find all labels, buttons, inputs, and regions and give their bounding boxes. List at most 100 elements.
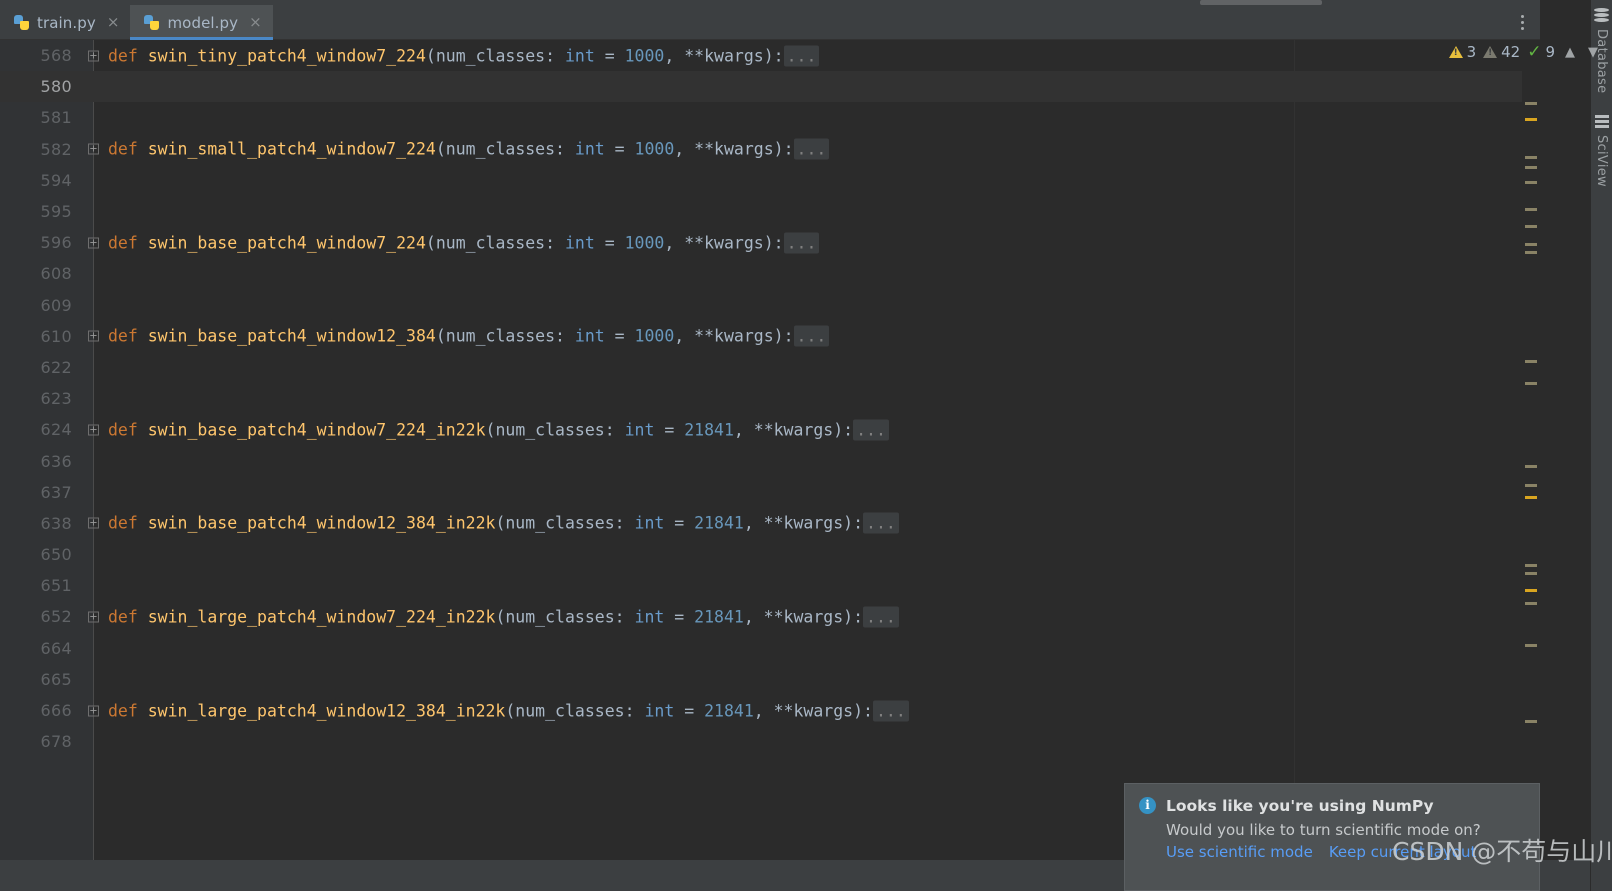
- code-token: =: [654, 420, 685, 440]
- fold-expand-icon[interactable]: +: [88, 50, 99, 62]
- editor-tab-train-py[interactable]: train.py ×: [0, 5, 130, 40]
- line-number: 638: [40, 513, 72, 533]
- code-line[interactable]: 678: [0, 726, 1540, 757]
- code-token: (num_classes:: [495, 513, 635, 533]
- ide-window: train.py × model.py × 568 + def swin_tiny_…: [0, 0, 1612, 891]
- code-line[interactable]: 594: [0, 165, 1540, 196]
- error-stripe-mark[interactable]: [1525, 181, 1537, 184]
- error-stripe-mark[interactable]: [1525, 166, 1537, 169]
- code-line[interactable]: 582 + def swin_small_patch4_window7_224(nu…: [0, 134, 1540, 165]
- warning-count-group[interactable]: 3: [1448, 43, 1476, 61]
- code-line[interactable]: 580: [0, 71, 1540, 103]
- line-number: 582: [40, 139, 72, 159]
- fold-expand-icon[interactable]: +: [88, 237, 99, 249]
- collapsed-fold-marker[interactable]: ...: [793, 138, 830, 160]
- weak-warning-count-group[interactable]: 42: [1483, 43, 1520, 61]
- code-line[interactable]: 636: [0, 445, 1540, 476]
- notification-balloon[interactable]: i Looks like you're using NumPy Would yo…: [1124, 783, 1540, 891]
- code-text: def swin_tiny_patch4_window7_224(num_cla…: [108, 45, 820, 67]
- code-token: =: [664, 513, 695, 533]
- collapsed-fold-marker[interactable]: ...: [793, 325, 830, 347]
- ok-count-group[interactable]: ✓ 9: [1527, 43, 1555, 61]
- error-stripe-mark[interactable]: [1525, 644, 1537, 647]
- code-token: (num_classes:: [495, 607, 635, 627]
- code-token: , **kwargs):: [664, 233, 784, 253]
- code-token: =: [674, 701, 705, 721]
- code-token: int: [564, 46, 595, 66]
- code-token: swin_large_patch4_window12_384_in22k: [147, 701, 506, 721]
- code-line[interactable]: 622: [0, 352, 1540, 383]
- code-line[interactable]: 624 + def swin_base_patch4_window7_224_in2…: [0, 414, 1540, 445]
- fold-expand-icon[interactable]: +: [88, 330, 99, 342]
- code-token: int: [634, 513, 665, 533]
- line-number: 651: [40, 576, 72, 596]
- keep-current-layout-link[interactable]: Keep current layout: [1329, 843, 1477, 861]
- error-stripe-mark[interactable]: [1525, 360, 1537, 363]
- collapsed-fold-marker[interactable]: ...: [863, 606, 899, 628]
- code-line[interactable]: 637: [0, 477, 1540, 508]
- code-token: 1000: [624, 233, 665, 253]
- fold-expand-icon[interactable]: +: [88, 611, 99, 623]
- code-token: (num_classes:: [435, 326, 575, 346]
- tool-button-sciview[interactable]: SciView: [1594, 107, 1609, 187]
- collapsed-fold-marker[interactable]: ...: [872, 700, 909, 722]
- code-line[interactable]: 652 + def swin_large_patch4_window7_224_in…: [0, 601, 1540, 632]
- editor-tab-model-py[interactable]: model.py ×: [130, 5, 274, 40]
- code-token: swin_base_patch4_window12_384: [147, 326, 436, 346]
- code-line[interactable]: 650: [0, 539, 1540, 570]
- collapsed-fold-marker[interactable]: ...: [853, 419, 889, 441]
- tab-close-icon[interactable]: ×: [107, 15, 120, 30]
- error-stripe-mark[interactable]: [1525, 118, 1537, 121]
- chevron-down-icon[interactable]: ▼: [1585, 45, 1601, 60]
- error-stripe-mark[interactable]: [1525, 102, 1537, 105]
- use-scientific-mode-link[interactable]: Use scientific mode: [1166, 843, 1313, 861]
- code-line[interactable]: 608: [0, 258, 1540, 289]
- code-editor[interactable]: 568 + def swin_tiny_patch4_window7_224(num…: [0, 40, 1540, 860]
- code-line[interactable]: 651: [0, 570, 1540, 601]
- error-stripe-scrollbar[interactable]: [1522, 40, 1540, 860]
- error-stripe-mark[interactable]: [1525, 720, 1537, 723]
- line-number: 581: [40, 108, 72, 128]
- code-line[interactable]: 581: [0, 102, 1540, 133]
- more-vertical-icon[interactable]: [1505, 5, 1540, 39]
- fold-expand-icon[interactable]: +: [88, 517, 99, 529]
- error-stripe-mark[interactable]: [1525, 382, 1537, 385]
- code-line[interactable]: 666 + def swin_large_patch4_window12_384_i…: [0, 695, 1540, 726]
- code-token: int: [564, 233, 595, 253]
- line-number: 610: [40, 326, 72, 346]
- error-stripe-mark[interactable]: [1525, 496, 1537, 499]
- code-line[interactable]: 610 + def swin_base_patch4_window12_384(nu…: [0, 321, 1540, 352]
- fold-expand-icon[interactable]: +: [88, 705, 99, 717]
- tab-close-icon[interactable]: ×: [249, 15, 262, 30]
- error-stripe-mark[interactable]: [1525, 156, 1537, 159]
- code-line[interactable]: 568 + def swin_tiny_patch4_window7_224(num…: [0, 40, 1540, 71]
- code-line[interactable]: 595: [0, 196, 1540, 227]
- collapsed-fold-marker[interactable]: ...: [863, 512, 899, 534]
- right-tool-strip: Database SciView: [1590, 0, 1612, 891]
- editor-tab-label: model.py: [167, 13, 239, 32]
- error-stripe-mark[interactable]: [1525, 208, 1537, 211]
- chevron-up-icon[interactable]: ▲: [1562, 45, 1578, 60]
- code-line[interactable]: 638 + def swin_base_patch4_window12_384_in…: [0, 508, 1540, 539]
- error-stripe-mark[interactable]: [1525, 243, 1537, 246]
- error-stripe-mark[interactable]: [1525, 602, 1537, 605]
- code-token: def: [108, 46, 148, 66]
- error-stripe-mark[interactable]: [1525, 484, 1537, 487]
- error-stripe-mark[interactable]: [1525, 572, 1537, 575]
- error-stripe-mark[interactable]: [1525, 564, 1537, 567]
- code-line[interactable]: 664: [0, 633, 1540, 664]
- code-token: swin_large_patch4_window7_224_in22k: [147, 607, 496, 627]
- error-stripe-mark[interactable]: [1525, 465, 1537, 468]
- fold-expand-icon[interactable]: +: [88, 143, 99, 155]
- fold-expand-icon[interactable]: +: [88, 424, 99, 436]
- code-line[interactable]: 665: [0, 664, 1540, 695]
- error-stripe-mark[interactable]: [1525, 225, 1537, 228]
- collapsed-fold-marker[interactable]: ...: [783, 45, 820, 67]
- code-line[interactable]: 623: [0, 383, 1540, 414]
- collapsed-fold-marker[interactable]: ...: [783, 232, 820, 254]
- code-token: =: [604, 326, 635, 346]
- error-stripe-mark[interactable]: [1525, 589, 1537, 592]
- code-line[interactable]: 609: [0, 290, 1540, 321]
- code-line[interactable]: 596 + def swin_base_patch4_window7_224(num…: [0, 227, 1540, 258]
- error-stripe-mark[interactable]: [1525, 251, 1537, 254]
